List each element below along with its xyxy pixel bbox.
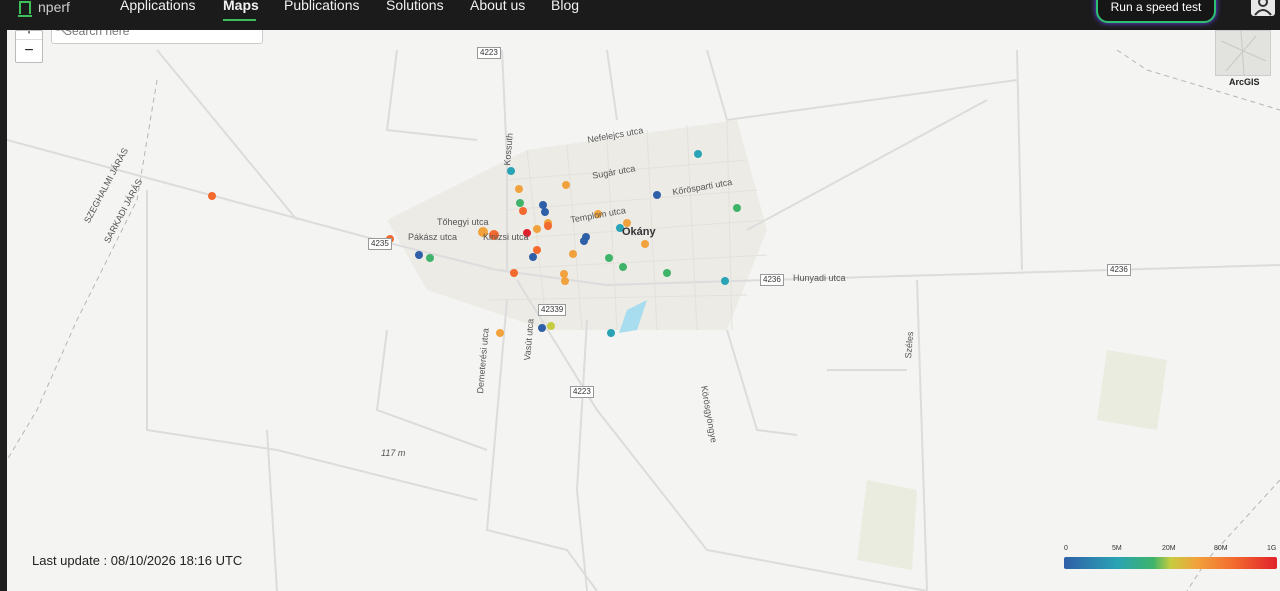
legend-label: 20M — [1162, 545, 1176, 552]
coverage-map[interactable]: Nefelejcs utca Sugár utca Kőrösparti utc… — [7, 30, 1280, 591]
map-search-box — [51, 30, 263, 44]
basemap-label: ArcGIS — [1229, 77, 1260, 87]
map-roads-layer — [7, 30, 1280, 591]
user-account-button[interactable] — [1251, 0, 1275, 16]
street-label: Kinizsi utca — [483, 232, 529, 242]
nav-applications[interactable]: Applications — [120, 0, 196, 13]
run-speed-test-button[interactable]: Run a speed test — [1096, 0, 1216, 23]
legend-label: 5M — [1112, 545, 1122, 552]
nav-blog[interactable]: Blog — [551, 0, 579, 13]
top-navigation-bar: nperf Applications Maps Publications Sol… — [0, 0, 1280, 30]
road-shield: 4223 — [477, 47, 501, 59]
nperf-logo[interactable]: nperf — [16, 0, 86, 20]
basemap-thumbnail-icon — [1220, 31, 1267, 75]
search-icon[interactable] — [52, 30, 66, 34]
road-shield: 4235 — [368, 238, 392, 250]
nav-maps[interactable]: Maps — [223, 0, 259, 13]
last-update-text: Last update : 08/10/2026 18:16 UTC — [32, 553, 243, 568]
nav-solutions[interactable]: Solutions — [386, 0, 444, 13]
user-icon — [1254, 0, 1272, 16]
search-input[interactable] — [62, 30, 236, 39]
zoom-in-button[interactable]: + — [16, 31, 42, 39]
elevation-label: 117 m — [381, 448, 406, 458]
street-label: Tőhegyi utca — [437, 217, 489, 227]
street-label: Pákász utca — [408, 232, 458, 242]
legend-label: 0 — [1064, 545, 1068, 552]
road-shield: 4223 — [570, 386, 594, 398]
town-label: Okány — [622, 226, 656, 238]
legend-label: 80M — [1214, 545, 1228, 552]
legend-label: 1G — [1267, 545, 1277, 552]
road-shield: 42339 — [538, 304, 567, 316]
speed-legend: 0 5M 20M 80M 1G — [1064, 545, 1277, 571]
zoom-controls: + − — [15, 30, 43, 63]
road-shield: 4236 — [760, 274, 784, 286]
nav-about-us[interactable]: About us — [470, 0, 525, 13]
basemap-toggle-button[interactable] — [1215, 30, 1271, 76]
logo-text: nperf — [38, 0, 70, 15]
street-label: Hunyadi utca — [793, 273, 846, 283]
legend-color-bar — [1064, 557, 1277, 569]
active-nav-indicator — [223, 19, 256, 21]
road-shield: 4236 — [1107, 264, 1131, 276]
zoom-out-button[interactable]: − — [16, 39, 42, 62]
nav-publications[interactable]: Publications — [284, 0, 360, 13]
